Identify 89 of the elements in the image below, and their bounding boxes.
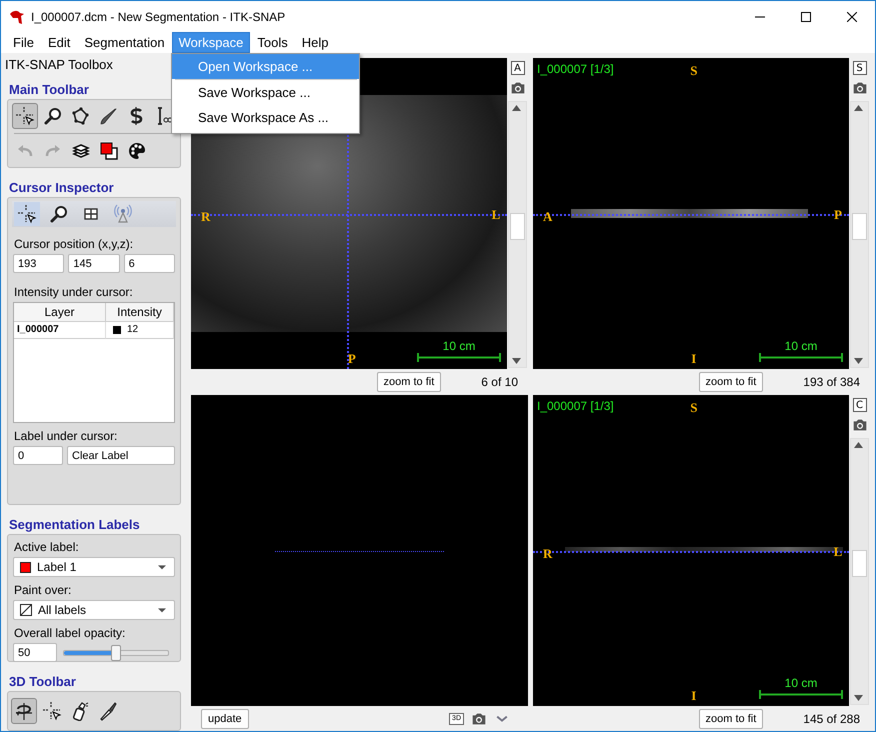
active-label-dropdown[interactable]: Label 1 bbox=[13, 557, 175, 578]
crosshair-icon bbox=[17, 204, 37, 224]
view-layout-button[interactable]: S bbox=[852, 61, 866, 75]
app-logo-icon bbox=[9, 8, 25, 24]
layer-label: I_000007 [1/3] bbox=[537, 399, 614, 413]
maximize-icon bbox=[801, 12, 811, 22]
layer-label: I_000007 [1/3] bbox=[537, 62, 614, 76]
slice-counter: 6 of 10 bbox=[481, 374, 518, 388]
coordinate-field[interactable]: 145 bbox=[68, 254, 120, 273]
menu-item[interactable]: Edit bbox=[40, 32, 78, 53]
view-layout-button[interactable]: C bbox=[852, 398, 866, 412]
menu-item[interactable]: Segmentation bbox=[77, 32, 172, 53]
scroll-down-icon[interactable] bbox=[854, 695, 863, 701]
scroll-thumb[interactable] bbox=[852, 550, 867, 578]
section-title: 3D Toolbar bbox=[9, 674, 77, 690]
scroll-up-icon[interactable] bbox=[512, 105, 521, 111]
menu-item[interactable]: File bbox=[6, 32, 41, 53]
orientation-label: L bbox=[490, 207, 502, 222]
field-caption: Label under cursor: bbox=[14, 429, 118, 443]
field-caption: Paint over: bbox=[14, 583, 72, 598]
field-caption: Intensity under cursor: bbox=[14, 285, 134, 299]
antenna-icon bbox=[113, 204, 133, 224]
scroll-down-icon[interactable] bbox=[854, 358, 863, 364]
slice-counter: 145 of 288 bbox=[803, 712, 860, 726]
label-id-field[interactable]: 0 bbox=[13, 446, 63, 465]
scale-label: 10 cm bbox=[784, 676, 818, 690]
slice-view[interactable]: I_000007 [1/3] S I A P 10 cm bbox=[533, 58, 849, 369]
scale-label: 10 cm bbox=[442, 339, 476, 353]
scrollbar[interactable] bbox=[508, 101, 527, 368]
scrollbar[interactable] bbox=[850, 101, 869, 368]
zoom-to-fit-button[interactable]: zoom to fit bbox=[698, 372, 764, 392]
field-caption: Overall label opacity: bbox=[14, 626, 126, 640]
column-header: Intensity bbox=[106, 303, 174, 322]
squares-icon bbox=[99, 141, 119, 161]
slider-handle[interactable] bbox=[111, 644, 121, 661]
scroll-up-icon[interactable] bbox=[854, 105, 863, 111]
scrollbar[interactable] bbox=[850, 438, 869, 705]
zoom-to-fit-button[interactable]: zoom to fit bbox=[376, 372, 442, 392]
rotate-icon bbox=[14, 701, 34, 722]
table-cell-text: 12 bbox=[127, 323, 138, 337]
slice-counter: 193 of 384 bbox=[803, 374, 860, 388]
orientation-label: I bbox=[690, 688, 698, 703]
crosshair-icon bbox=[42, 701, 62, 722]
section-title: Segmentation Labels bbox=[9, 517, 141, 532]
toolbox-title: ITK-SNAP Toolbox bbox=[5, 57, 114, 72]
coordinate-field[interactable]: 6 bbox=[124, 254, 175, 273]
scroll-thumb[interactable] bbox=[852, 213, 867, 240]
magnifier-icon bbox=[42, 106, 62, 126]
intensity-swatch bbox=[113, 326, 121, 334]
orientation-label: S bbox=[689, 400, 698, 415]
field-caption: Active label: bbox=[14, 540, 80, 554]
crosshair-icon bbox=[14, 106, 35, 126]
opacity-field[interactable]: 50 bbox=[13, 643, 57, 662]
section-title: Cursor Inspector bbox=[9, 180, 115, 195]
column-header: Layer bbox=[14, 303, 106, 322]
scroll-thumb[interactable] bbox=[510, 213, 525, 240]
field-caption: Cursor position (x,y,z): bbox=[14, 237, 134, 251]
slider-track[interactable] bbox=[63, 644, 169, 662]
no-label-icon bbox=[20, 604, 32, 616]
table-cell: I_000007 bbox=[14, 322, 106, 339]
view-layout-button[interactable]: A bbox=[510, 61, 524, 75]
coordinate-field[interactable]: 193 bbox=[13, 254, 64, 273]
magnifier-icon bbox=[49, 204, 69, 224]
window-title: I_000007.dcm - New Segmentation - ITK-SNAP bbox=[31, 10, 286, 24]
scale-label: 10 cm bbox=[784, 339, 818, 353]
close-icon bbox=[847, 12, 857, 22]
slice-view[interactable]: I_000007 [1/3] S I R L 10 cm bbox=[533, 395, 849, 706]
tab[interactable] bbox=[14, 202, 40, 226]
scroll-down-icon[interactable] bbox=[512, 358, 521, 364]
menu-item[interactable]: Help bbox=[294, 32, 336, 53]
label-name-field[interactable]: Clear Label bbox=[67, 446, 175, 465]
scalpel-icon bbox=[98, 701, 118, 722]
spray-can-icon bbox=[70, 701, 90, 722]
zoom-to-fit-button[interactable]: zoom to fit bbox=[698, 708, 764, 728]
orientation-label: I bbox=[690, 351, 698, 366]
orientation-label: S bbox=[689, 63, 698, 78]
palette-icon bbox=[127, 141, 147, 161]
paint-over-dropdown[interactable]: All labels bbox=[13, 600, 175, 620]
scroll-up-icon[interactable] bbox=[854, 442, 863, 448]
tool-button[interactable] bbox=[11, 698, 37, 724]
section-title: Main Toolbar bbox=[9, 82, 90, 97]
orientation-label: L bbox=[832, 544, 844, 560]
update-button[interactable]: update bbox=[201, 708, 249, 728]
orientation-label: P bbox=[346, 351, 357, 366]
tool-button[interactable] bbox=[12, 103, 38, 129]
brush-icon bbox=[98, 106, 118, 126]
menu-item[interactable]: Tools bbox=[250, 32, 295, 53]
orientation-label: P bbox=[833, 207, 843, 222]
polygon-icon bbox=[70, 106, 90, 126]
